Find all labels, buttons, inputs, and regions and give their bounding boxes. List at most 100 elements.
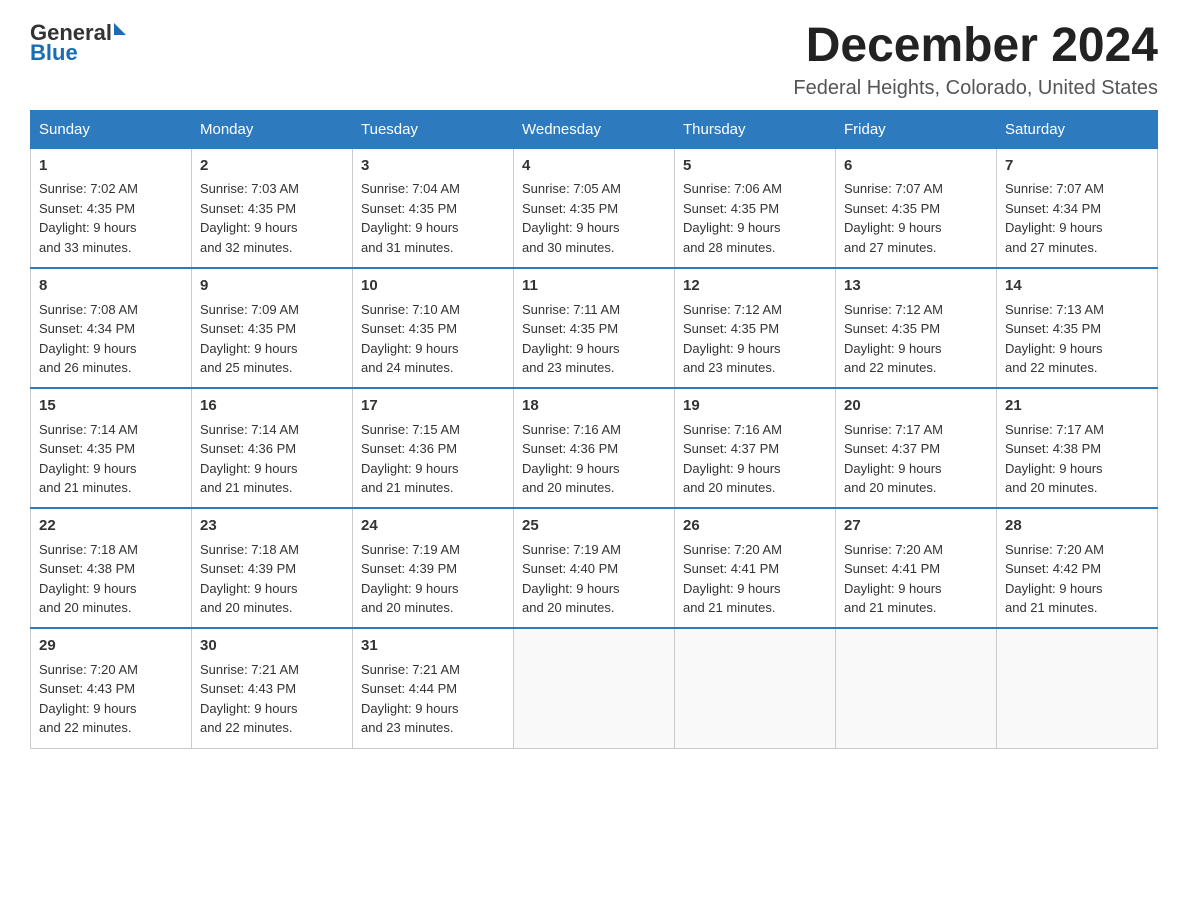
calendar-cell: 22Sunrise: 7:18 AMSunset: 4:38 PMDayligh… [31,508,192,628]
daylight-text-cont: and 22 minutes. [844,360,937,375]
day-number: 17 [361,395,505,418]
daylight-text: Daylight: 9 hours [361,341,459,356]
sunset-text: Sunset: 4:39 PM [200,561,296,576]
calendar-cell: 11Sunrise: 7:11 AMSunset: 4:35 PMDayligh… [514,268,675,388]
sunrise-text: Sunrise: 7:20 AM [1005,542,1104,557]
daylight-text-cont: and 20 minutes. [844,480,937,495]
day-number: 26 [683,515,827,538]
sunset-text: Sunset: 4:35 PM [683,201,779,216]
sunset-text: Sunset: 4:36 PM [522,441,618,456]
sunset-text: Sunset: 4:40 PM [522,561,618,576]
day-number: 18 [522,395,666,418]
day-number: 9 [200,275,344,298]
sunrise-text: Sunrise: 7:08 AM [39,302,138,317]
sunset-text: Sunset: 4:41 PM [683,561,779,576]
sunrise-text: Sunrise: 7:20 AM [683,542,782,557]
calendar-cell: 13Sunrise: 7:12 AMSunset: 4:35 PMDayligh… [836,268,997,388]
sunrise-text: Sunrise: 7:09 AM [200,302,299,317]
daylight-text: Daylight: 9 hours [200,220,298,235]
day-number: 15 [39,395,183,418]
calendar-cell: 29Sunrise: 7:20 AMSunset: 4:43 PMDayligh… [31,628,192,748]
daylight-text: Daylight: 9 hours [844,341,942,356]
weekday-header-saturday: Saturday [997,110,1158,148]
daylight-text-cont: and 27 minutes. [844,240,937,255]
calendar-cell: 6Sunrise: 7:07 AMSunset: 4:35 PMDaylight… [836,148,997,268]
calendar-cell: 2Sunrise: 7:03 AMSunset: 4:35 PMDaylight… [192,148,353,268]
sunset-text: Sunset: 4:35 PM [1005,321,1101,336]
calendar-cell: 16Sunrise: 7:14 AMSunset: 4:36 PMDayligh… [192,388,353,508]
weekday-header-friday: Friday [836,110,997,148]
sunrise-text: Sunrise: 7:17 AM [844,422,943,437]
day-number: 8 [39,275,183,298]
sunrise-text: Sunrise: 7:07 AM [1005,181,1104,196]
daylight-text-cont: and 25 minutes. [200,360,293,375]
daylight-text: Daylight: 9 hours [361,581,459,596]
day-number: 31 [361,635,505,658]
day-number: 24 [361,515,505,538]
sunset-text: Sunset: 4:43 PM [39,681,135,696]
daylight-text: Daylight: 9 hours [844,461,942,476]
title-section: December 2024 Federal Heights, Colorado,… [793,20,1158,100]
logo: General Blue [30,20,126,66]
daylight-text-cont: and 20 minutes. [522,600,615,615]
daylight-text-cont: and 28 minutes. [683,240,776,255]
calendar-week-row: 29Sunrise: 7:20 AMSunset: 4:43 PMDayligh… [31,628,1158,748]
sunset-text: Sunset: 4:37 PM [844,441,940,456]
calendar-cell [514,628,675,748]
daylight-text: Daylight: 9 hours [683,461,781,476]
day-number: 5 [683,155,827,178]
daylight-text-cont: and 26 minutes. [39,360,132,375]
daylight-text-cont: and 33 minutes. [39,240,132,255]
day-number: 20 [844,395,988,418]
daylight-text: Daylight: 9 hours [200,701,298,716]
calendar-table: SundayMondayTuesdayWednesdayThursdayFrid… [30,110,1158,749]
sunset-text: Sunset: 4:37 PM [683,441,779,456]
calendar-cell: 10Sunrise: 7:10 AMSunset: 4:35 PMDayligh… [353,268,514,388]
daylight-text-cont: and 21 minutes. [200,480,293,495]
calendar-cell: 14Sunrise: 7:13 AMSunset: 4:35 PMDayligh… [997,268,1158,388]
day-number: 12 [683,275,827,298]
calendar-cell: 19Sunrise: 7:16 AMSunset: 4:37 PMDayligh… [675,388,836,508]
day-number: 6 [844,155,988,178]
sunset-text: Sunset: 4:35 PM [361,201,457,216]
daylight-text-cont: and 20 minutes. [361,600,454,615]
daylight-text-cont: and 21 minutes. [844,600,937,615]
sunset-text: Sunset: 4:35 PM [683,321,779,336]
sunset-text: Sunset: 4:35 PM [200,201,296,216]
day-number: 22 [39,515,183,538]
daylight-text-cont: and 23 minutes. [361,720,454,735]
daylight-text-cont: and 20 minutes. [39,600,132,615]
daylight-text: Daylight: 9 hours [522,461,620,476]
daylight-text: Daylight: 9 hours [1005,341,1103,356]
daylight-text: Daylight: 9 hours [522,581,620,596]
calendar-week-row: 15Sunrise: 7:14 AMSunset: 4:35 PMDayligh… [31,388,1158,508]
calendar-cell: 8Sunrise: 7:08 AMSunset: 4:34 PMDaylight… [31,268,192,388]
day-number: 10 [361,275,505,298]
sunrise-text: Sunrise: 7:21 AM [200,662,299,677]
day-number: 16 [200,395,344,418]
day-number: 3 [361,155,505,178]
daylight-text: Daylight: 9 hours [1005,220,1103,235]
calendar-cell: 12Sunrise: 7:12 AMSunset: 4:35 PMDayligh… [675,268,836,388]
calendar-cell: 28Sunrise: 7:20 AMSunset: 4:42 PMDayligh… [997,508,1158,628]
sunrise-text: Sunrise: 7:03 AM [200,181,299,196]
daylight-text: Daylight: 9 hours [844,220,942,235]
sunrise-text: Sunrise: 7:10 AM [361,302,460,317]
daylight-text-cont: and 22 minutes. [1005,360,1098,375]
sunset-text: Sunset: 4:35 PM [39,201,135,216]
weekday-header-thursday: Thursday [675,110,836,148]
calendar-week-row: 22Sunrise: 7:18 AMSunset: 4:38 PMDayligh… [31,508,1158,628]
sunset-text: Sunset: 4:35 PM [200,321,296,336]
calendar-cell: 23Sunrise: 7:18 AMSunset: 4:39 PMDayligh… [192,508,353,628]
daylight-text-cont: and 31 minutes. [361,240,454,255]
sunset-text: Sunset: 4:34 PM [39,321,135,336]
daylight-text: Daylight: 9 hours [39,701,137,716]
sunrise-text: Sunrise: 7:18 AM [200,542,299,557]
calendar-cell: 17Sunrise: 7:15 AMSunset: 4:36 PMDayligh… [353,388,514,508]
daylight-text-cont: and 20 minutes. [200,600,293,615]
sunrise-text: Sunrise: 7:04 AM [361,181,460,196]
daylight-text: Daylight: 9 hours [1005,581,1103,596]
calendar-week-row: 8 Sunrise: 7:08 AM Sunset: 4:34 PM Daylight… [31,268,1158,388]
sunrise-text: Sunrise: 7:15 AM [361,422,460,437]
sunset-text: Sunset: 4:43 PM [200,681,296,696]
